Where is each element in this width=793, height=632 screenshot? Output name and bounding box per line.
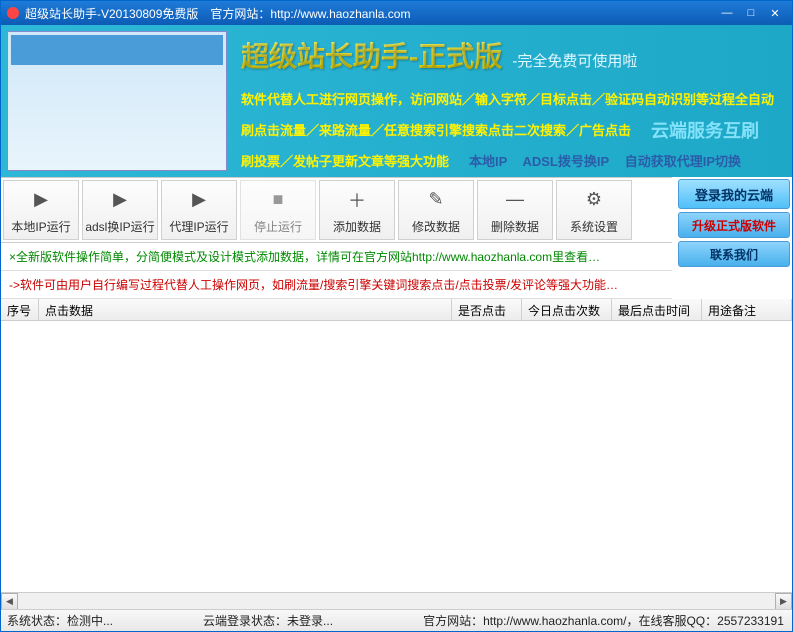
toolbar: ▶ 本地IP运行 ▶ adsl换IP运行 ▶ 代理IP运行 ■ 停止运行 ＋: [1, 177, 672, 243]
statusbar: 系统状态： 检测中... 云端登录状态： 未登录... 官方网站：http://…: [1, 609, 792, 631]
stop-button[interactable]: ■ 停止运行: [240, 180, 316, 240]
banner-subtitle: -完全免费可使用啦: [512, 50, 637, 71]
window-title: 超级站长助手-V20130809免费版 官方网站：http://www.haoz…: [25, 5, 716, 22]
col-index[interactable]: 序号: [1, 299, 39, 320]
col-today-count[interactable]: 今日点击次数: [522, 299, 612, 320]
banner-feature-line-2: 刷点击流量／来路流量／任意搜索引擎搜索点击二次搜索／广告点击: [241, 120, 631, 139]
app-window: 超级站长助手-V20130809免费版 官方网站：http://www.haoz…: [0, 0, 793, 632]
maximize-button[interactable]: □: [740, 5, 762, 21]
tool-label: 添加数据: [333, 218, 381, 235]
table-header: 序号 点击数据 是否点击 今日点击次数 最后点击时间 用途备注: [1, 299, 792, 321]
add-data-button[interactable]: ＋ 添加数据: [319, 180, 395, 240]
col-click-data[interactable]: 点击数据: [39, 299, 452, 320]
minimize-button[interactable]: —: [716, 5, 738, 21]
scroll-left-icon[interactable]: ◀: [1, 593, 18, 609]
banner-preview-thumbnail: [7, 31, 227, 171]
horizontal-scrollbar[interactable]: ◀ ▶: [1, 592, 792, 609]
pencil-icon: ✎: [422, 186, 450, 214]
banner-content: 超级站长助手-正式版 -完全免费可使用啦 软件代替人工进行网页操作，访问网站／输…: [233, 25, 792, 177]
table-body: [1, 321, 792, 592]
status-system-value: 检测中...: [67, 612, 113, 629]
run-local-ip-button[interactable]: ▶ 本地IP运行: [3, 180, 79, 240]
banner-title: 超级站长助手-正式版: [241, 35, 502, 75]
cloud-login-button[interactable]: 登录我的云端: [678, 179, 790, 209]
tool-label: 代理IP运行: [169, 218, 228, 235]
ip-label-local: 本地IP: [469, 154, 507, 169]
play-icon: ▶: [27, 186, 55, 214]
tool-label: 本地IP运行: [11, 218, 70, 235]
contact-button[interactable]: 联系我们: [678, 241, 790, 267]
stop-icon: ■: [264, 186, 292, 214]
tool-label: 修改数据: [412, 218, 460, 235]
app-icon: [7, 7, 19, 19]
close-button[interactable]: ✕: [764, 5, 786, 21]
tool-label: 删除数据: [491, 218, 539, 235]
tool-label: 系统设置: [570, 218, 618, 235]
run-adsl-button[interactable]: ▶ adsl换IP运行: [82, 180, 158, 240]
edit-data-button[interactable]: ✎ 修改数据: [398, 180, 474, 240]
status-system-label: 系统状态：: [7, 612, 67, 629]
col-remark[interactable]: 用途备注: [702, 299, 792, 320]
delete-data-button[interactable]: — 删除数据: [477, 180, 553, 240]
notice-line-2: ->软件可由用户自行编写过程代替人工操作网页，如刷流量/搜索引擎关键词搜索点击/…: [1, 271, 672, 299]
status-website: 官方网站：http://www.haozhanla.com/，在线客服QQ：25…: [423, 612, 784, 629]
toolbar-area: ▶ 本地IP运行 ▶ adsl换IP运行 ▶ 代理IP运行 ■ 停止运行 ＋: [1, 177, 792, 299]
scroll-right-icon[interactable]: ▶: [775, 593, 792, 609]
play-icon: ▶: [185, 186, 213, 214]
window-controls: — □ ✕: [716, 5, 786, 21]
tool-label: 停止运行: [254, 218, 302, 235]
status-cloud-label: 云端登录状态：: [203, 612, 287, 629]
banner-feature-line-3: 刷投票／发帖子更新文章等强大功能: [241, 151, 449, 170]
run-proxy-button[interactable]: ▶ 代理IP运行: [161, 180, 237, 240]
status-cloud-value: 未登录...: [287, 612, 333, 629]
ip-label-adsl: ADSL拨号换IP: [522, 154, 609, 169]
notice-line-1: ×全新版软件操作简单，分简便模式及设计模式添加数据，详情可在官方网站http:/…: [1, 243, 672, 271]
side-button-panel: 登录我的云端 升级正式版软件 联系我们: [672, 177, 792, 299]
col-is-click[interactable]: 是否点击: [452, 299, 522, 320]
ip-label-proxy: 自动获取代理IP切换: [625, 154, 741, 169]
banner: 超级站长助手-正式版 -完全免费可使用啦 软件代替人工进行网页操作，访问网站／输…: [1, 25, 792, 177]
notice-lines: ×全新版软件操作简单，分简便模式及设计模式添加数据，详情可在官方网站http:/…: [1, 243, 672, 299]
scroll-track[interactable]: [18, 593, 775, 609]
plus-icon: ＋: [343, 186, 371, 214]
banner-feature-line-1: 软件代替人工进行网页操作，访问网站／输入字符／目标点击／验证码自动识别等过程全自…: [241, 89, 784, 108]
col-last-time[interactable]: 最后点击时间: [612, 299, 702, 320]
tool-label: adsl换IP运行: [85, 218, 154, 235]
settings-button[interactable]: ⚙ 系统设置: [556, 180, 632, 240]
minus-icon: —: [501, 186, 529, 214]
cloud-service-tag: 云端服务互刷: [651, 117, 759, 143]
titlebar: 超级站长助手-V20130809免费版 官方网站：http://www.haoz…: [1, 1, 792, 25]
ip-mode-labels: 本地IP ADSL拨号换IP 自动获取代理IP切换: [469, 151, 753, 170]
play-icon: ▶: [106, 186, 134, 214]
upgrade-button[interactable]: 升级正式版软件: [678, 212, 790, 238]
data-table: 序号 点击数据 是否点击 今日点击次数 最后点击时间 用途备注 ◀ ▶: [1, 299, 792, 609]
gear-icon: ⚙: [580, 186, 608, 214]
